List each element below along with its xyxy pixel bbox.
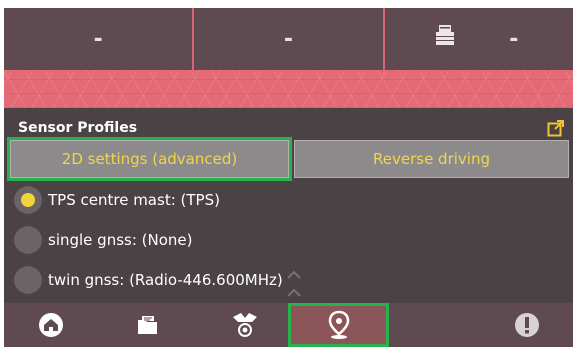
profile-label: TPS centre mast: (TPS) (48, 191, 220, 209)
radio-icon[interactable] (14, 266, 42, 294)
status-strip (4, 70, 573, 108)
profile-option-tps[interactable]: TPS centre mast: (TPS) (14, 185, 220, 215)
readout-2-value: - (283, 26, 294, 52)
readout-bar: - - - (4, 8, 573, 70)
nav-folder-button[interactable] (120, 303, 176, 347)
nav-satellite-button[interactable] (214, 303, 276, 347)
readout-1: - (4, 8, 192, 70)
profile-label: twin gnss: (Radio-446.600MHz) (48, 271, 283, 289)
satellite-icon (233, 313, 257, 337)
tab-reverse-driving[interactable]: Reverse driving (294, 140, 569, 178)
nav-info-button[interactable] (502, 303, 552, 347)
printer-icon (435, 25, 454, 45)
readout-2: - (192, 8, 382, 70)
nav-location-button[interactable] (288, 303, 389, 347)
radio-icon[interactable] (14, 226, 42, 254)
location-pin-icon (328, 310, 349, 339)
readout-3-value: - (509, 26, 519, 52)
home-icon (39, 313, 63, 337)
profile-label: single gnss: (None) (48, 231, 193, 249)
bottom-nav (4, 303, 573, 347)
app-window: - - - Sensor Profiles 2D settings (advan… (4, 8, 573, 347)
section-title: Sensor Profiles (18, 120, 138, 136)
scroll-up-chevron-icon (287, 288, 301, 297)
tab-2d-settings[interactable]: 2D settings (advanced) (7, 137, 292, 181)
scroll-up-chevron-icon (287, 270, 301, 279)
profile-option-twin-gnss[interactable]: twin gnss: (Radio-446.600MHz) (14, 265, 283, 295)
profile-option-single-gnss[interactable]: single gnss: (None) (14, 225, 193, 255)
nav-home-button[interactable] (26, 303, 76, 347)
readout-1-value: - (93, 26, 103, 52)
info-icon (515, 313, 539, 337)
external-link-icon[interactable] (546, 118, 566, 138)
folder-icon (138, 316, 157, 334)
radio-selected-icon[interactable] (14, 186, 42, 214)
readout-3: - (382, 8, 573, 70)
